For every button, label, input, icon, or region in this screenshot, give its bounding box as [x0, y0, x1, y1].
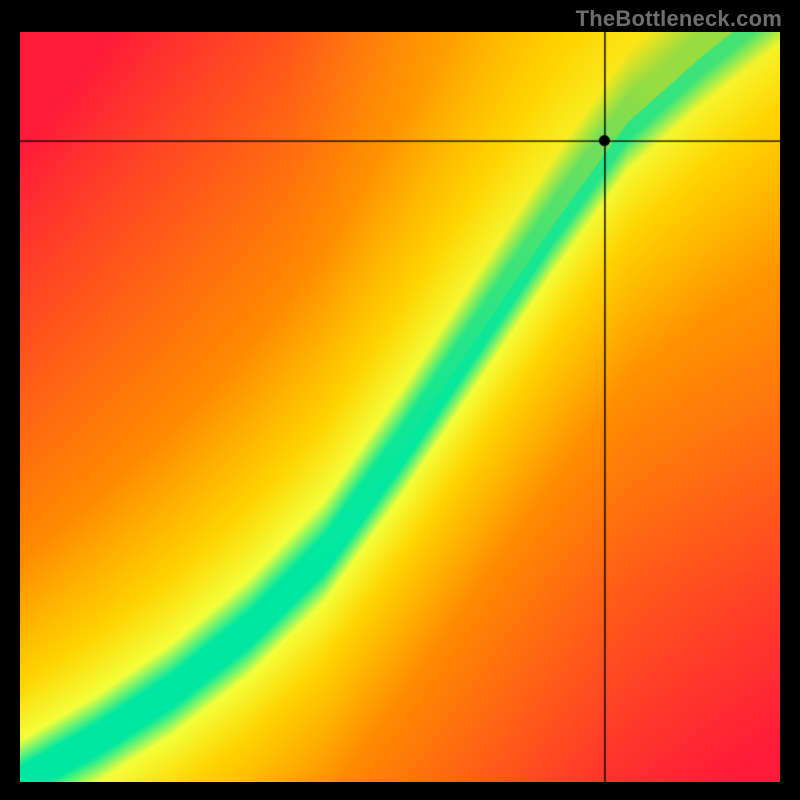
- chart-frame: TheBottleneck.com: [0, 0, 800, 800]
- heatmap-canvas: [20, 32, 780, 782]
- watermark-text: TheBottleneck.com: [576, 6, 782, 32]
- heatmap-plot: [20, 32, 780, 782]
